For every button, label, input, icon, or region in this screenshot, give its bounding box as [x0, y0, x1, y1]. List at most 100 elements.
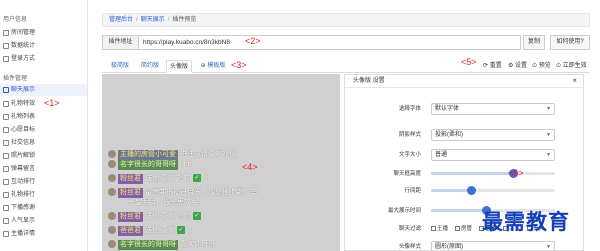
marker-5: <5> [461, 57, 477, 67]
sidebar-item-room[interactable]: 房间管理 [0, 27, 87, 39]
checkbox-icon [455, 226, 460, 232]
checkbox-label: 王播 [437, 226, 449, 232]
breadcrumb-section[interactable]: 聊天展示 [141, 17, 165, 23]
sidebar-item-label: 社交信息 [11, 140, 36, 146]
chat-username: 粉丝君 [118, 174, 143, 184]
chat-message: hhh [180, 161, 192, 168]
setting-label: 行间距 [404, 188, 421, 194]
tab-avatar[interactable]: 头像版 [166, 60, 192, 73]
marker-1: <1> [44, 98, 60, 108]
sidebar-item-label: 照片解锁 [11, 153, 36, 159]
marker-2: <2> [245, 36, 261, 46]
apply-now-button[interactable]: ⊙ 立即生效 [556, 60, 587, 73]
chat-line: 粉丝君 送他 喜欢 礼物 ✓ [108, 212, 201, 222]
breadcrumb-current: 插件预览 [172, 17, 197, 23]
avatar [108, 160, 116, 169]
chat-message: 送他 喜欢 礼物 [145, 175, 191, 182]
tab-minimal[interactable]: 极简版 [108, 60, 132, 73]
sidebar-item-label: 下播感谢 [11, 205, 36, 211]
chat-line: 爸爸君 送他 喜欢 ✓ [108, 226, 185, 236]
chat-username: 粉丝君 [118, 212, 143, 222]
sidebar-item-chat[interactable]: 聊天展示 [0, 84, 87, 96]
checkbox-label: 房管 [461, 226, 473, 232]
chat-message: 留言并祝福日月光，捉是地上霜。举 [145, 189, 257, 196]
settings-button[interactable]: ⚙ 设置 [508, 60, 527, 73]
chat-message: 送他 喜欢 礼物 [145, 213, 191, 220]
sidebar-item-photo-unlock[interactable]: 照片解锁 [0, 150, 87, 162]
sidebar-item-gift-rank[interactable]: 礼物排行 [0, 189, 87, 201]
sidebar-item-wish-goal[interactable]: 心愿目标 [0, 124, 87, 136]
setting-label: 最大展示时间 [387, 208, 421, 214]
plugin-url-input[interactable]: https://play.kuabo.cn/8n3kbN8 [139, 35, 521, 50]
text-size-select[interactable]: 普通 ▼ [431, 149, 555, 161]
setting-text-size: 文字大小 普通 ▼ [345, 149, 583, 161]
tab-template[interactable]: ⊕ 模板版 [198, 60, 228, 73]
tab-simple[interactable]: 简约版 [138, 60, 162, 73]
chevron-down-icon: ▼ [546, 152, 551, 158]
sidebar-item-label: 心愿目标 [11, 127, 36, 133]
setting-shadow: 阴影样式 投影(柔和) ▼ [345, 129, 583, 141]
reset-button[interactable]: ⟳ 重置 [483, 60, 502, 73]
font-select[interactable]: 默认字体 ▼ [431, 103, 555, 115]
breadcrumb-separator: / [136, 17, 138, 23]
chat-username: 名字很长的哥哥呀 [118, 240, 178, 250]
how-to-use-button[interactable]: 如何使用? [550, 35, 590, 50]
checkbox-icon [431, 226, 436, 232]
chat-line: 粉丝君 留言并祝福日月光，捉是地上霜。举 [108, 188, 257, 198]
sidebar-item-label: 人气显示 [11, 218, 36, 224]
breadcrumb-home[interactable]: 管理后台 [109, 17, 133, 23]
room-icon [3, 30, 9, 36]
sidebar-item-stats[interactable]: 数据统计 [0, 40, 87, 52]
breadcrumb-separator: / [167, 17, 170, 23]
slider-fill [431, 209, 486, 212]
shadow-select[interactable]: 投影(柔和) ▼ [431, 129, 555, 141]
chat-line-continued: 头望明月，低头思故乡。 [126, 198, 205, 208]
chat-line: 主播的房管小可爱 进注意请喜欢礼仪 [108, 150, 236, 160]
copy-button[interactable]: 复制 [523, 35, 545, 50]
chat-message: 进注意请喜欢礼仪 [180, 151, 236, 158]
chat-username: 粉丝君 [118, 188, 143, 198]
watermark: 最需教育 [482, 209, 570, 234]
select-value: 默认字体 [435, 106, 460, 112]
sidebar-item-label: 主播详情 [11, 231, 36, 237]
sidebar-item-label: 礼物特效 [11, 101, 36, 107]
sidebar-item-interaction-rank[interactable]: 互动排行 [0, 176, 87, 188]
chevron-down-icon: ▼ [546, 106, 551, 112]
avatar [108, 212, 116, 221]
chat-line: 粉丝君 送他 喜欢 礼物 ✓ [108, 174, 201, 184]
avatar [108, 150, 116, 159]
check-icon: ✓ [192, 212, 201, 221]
slider-fill [431, 172, 513, 175]
slider-handle[interactable] [467, 186, 476, 195]
sidebar-item-login[interactable]: 登录方式 [0, 53, 87, 65]
chat-username: 爸爸君 [118, 226, 143, 236]
sidebar-item-streamer[interactable]: 主播详情 [0, 228, 87, 240]
sidebar-item-social[interactable]: 社交信息 [0, 137, 87, 149]
rank-icon [3, 179, 9, 185]
close-icon[interactable]: × [572, 75, 577, 87]
plugin-url-label: 插件地址 [102, 35, 139, 50]
filter-checkbox[interactable]: 王播 [431, 223, 448, 235]
avatar-style-select[interactable]: 圆形(原图) ▼ [431, 241, 555, 250]
sidebar-item-label: 登录方式 [11, 56, 36, 62]
filter-checkbox[interactable]: 房管 [455, 223, 472, 235]
line-spacing-slider[interactable] [431, 186, 555, 195]
sidebar-item-popularity[interactable]: 人气显示 [0, 215, 87, 227]
breadcrumb: 管理后台 / 聊天展示 / 插件预览 [102, 13, 590, 27]
version-tabs: 极简版 简约版 头像版 ⊕ 模板版 ⟳ 重置 ⚙ 设置 ⊙ 预览 ⊙ 立即生效 [102, 60, 590, 73]
preview-button[interactable]: ⊙ 预览 [532, 60, 551, 73]
sidebar-item-thanks[interactable]: 下播感谢 [0, 202, 87, 214]
select-value: 圆形(原图) [435, 244, 463, 250]
sidebar-item-gift-list[interactable]: 礼物列表 [0, 111, 87, 123]
sidebar-item-label: 互动排行 [11, 179, 36, 185]
chat-line: 名字很长的哥哥呀 hhh [108, 160, 192, 170]
marker-4: <4> [242, 162, 258, 172]
chevron-down-icon: ▼ [546, 244, 551, 250]
setting-font: 选择字体 默认字体 ▼ [345, 103, 583, 115]
avatar [108, 174, 116, 183]
chat-username: 名字很长的哥哥呀 [118, 160, 178, 170]
gift-icon [3, 101, 9, 107]
marker-3: <3> [231, 60, 247, 70]
chat-height-slider[interactable] [431, 169, 555, 178]
sidebar-item-danmaku[interactable]: 弹幕留言 [0, 163, 87, 175]
